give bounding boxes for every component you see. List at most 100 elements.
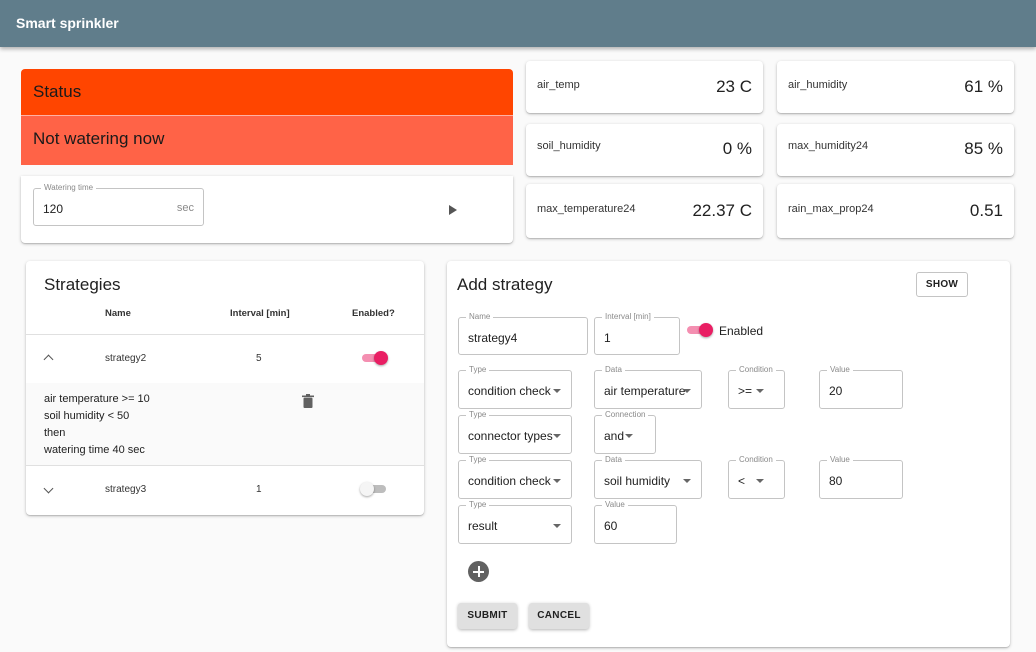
rule-value-field[interactable]: Value 20 [819, 365, 903, 409]
value-label: Value [602, 500, 628, 510]
strategy-interval: 1 [256, 484, 262, 495]
strategy-enabled-toggle[interactable] [360, 481, 388, 497]
interval-value: 1 [604, 331, 611, 345]
caret-down-icon [683, 389, 691, 393]
cancel-button[interactable]: CANCEL [529, 603, 589, 629]
type-value: result [468, 519, 498, 533]
type-value: condition check [468, 384, 551, 398]
metric-value: 61 % [964, 77, 1003, 96]
data-label: Data [602, 455, 625, 465]
column-header-enabled: Enabled? [352, 308, 395, 319]
strategy-name-field[interactable]: Name strategy4 [458, 312, 588, 355]
metric-card-air-temp: air_temp 23 C [526, 61, 763, 113]
interval-label: Interval [min] [602, 312, 654, 322]
enabled-label: Enabled [719, 324, 764, 338]
rule-type-select[interactable]: Type condition check [458, 455, 572, 499]
condition-value: < [738, 474, 746, 488]
type-value: connector types [468, 429, 553, 443]
add-strategy-title: Add strategy [457, 275, 553, 294]
column-header-interval: Interval [min] [230, 308, 290, 319]
rule-value-field[interactable]: Value 80 [819, 455, 903, 499]
connection-value: and [604, 429, 625, 443]
detail-line: then [44, 427, 66, 439]
divider [26, 465, 424, 466]
caret-down-icon [756, 389, 764, 393]
metric-card-max-temperature24: max_temperature24 22.37 C [526, 184, 763, 238]
type-label: Type [466, 365, 490, 375]
rule-value-field[interactable]: Value 60 [594, 500, 677, 544]
app-bar: Smart sprinkler [0, 0, 1036, 47]
rule-data-select[interactable]: Data soil humidity [594, 455, 702, 499]
detail-line: watering time 40 sec [44, 444, 145, 456]
name-value: strategy4 [468, 331, 518, 345]
strategy-enabled-toggle[interactable] [360, 350, 388, 366]
watering-time-field[interactable]: Watering time 120 sec [33, 183, 204, 226]
add-circle-icon[interactable] [468, 561, 489, 582]
status-state: Not watering now [33, 129, 165, 148]
caret-down-icon [553, 434, 561, 438]
strategy-name: strategy3 [105, 484, 147, 495]
metric-card-air-humidity: air_humidity 61 % [777, 61, 1014, 113]
metric-label: max_humidity24 [788, 140, 869, 152]
type-label: Type [466, 410, 490, 420]
data-label: Data [602, 365, 625, 375]
metric-label: rain_max_prop24 [788, 203, 874, 215]
metric-label: soil_humidity [537, 140, 601, 152]
data-value: soil humidity [604, 474, 671, 488]
status-title: Status [33, 82, 82, 101]
value-label: Value [827, 455, 853, 465]
play-icon[interactable] [449, 205, 457, 215]
metric-value: 0.51 [969, 201, 1003, 220]
value-label: Value [827, 365, 853, 375]
app-title: Smart sprinkler [16, 15, 119, 31]
data-value: air temperature [604, 384, 686, 398]
submit-button[interactable]: SUBMIT [458, 603, 517, 629]
divider [26, 334, 424, 335]
strategies-card: Strategies Name Interval [min] Enabled? … [26, 261, 424, 515]
metric-value: 23 C [716, 77, 752, 96]
metric-card-max-humidity24: max_humidity24 85 % [777, 124, 1014, 176]
value-value: 80 [829, 474, 843, 488]
rule-condition-select[interactable]: Condition >= [728, 365, 785, 409]
rule-connection-select[interactable]: Connection and [594, 410, 656, 454]
name-label: Name [466, 312, 494, 322]
show-button[interactable]: SHOW [916, 272, 968, 297]
condition-value: >= [738, 384, 753, 398]
metric-label: air_humidity [788, 79, 848, 91]
type-label: Type [466, 500, 490, 510]
rule-condition-select[interactable]: Condition < [728, 455, 785, 499]
caret-down-icon [683, 479, 691, 483]
connection-label: Connection [602, 410, 649, 420]
strategies-title: Strategies [44, 275, 121, 294]
chevron-up-icon[interactable] [43, 354, 54, 365]
metric-label: air_temp [537, 79, 580, 91]
value-value: 60 [604, 519, 618, 533]
detail-line: soil humidity < 50 [44, 410, 130, 422]
rule-type-select[interactable]: Type condition check [458, 365, 572, 409]
watering-time-unit: sec [176, 202, 194, 214]
strategy-name: strategy2 [105, 353, 147, 364]
watering-time-label: Watering time [41, 183, 97, 193]
rule-data-select[interactable]: Data air temperature [594, 365, 702, 409]
chevron-down-icon[interactable] [43, 483, 54, 494]
trash-icon[interactable] [302, 394, 314, 408]
caret-down-icon [553, 389, 561, 393]
metric-card-rain-max-prop24: rain_max_prop24 0.51 [777, 184, 1014, 238]
rule-type-select[interactable]: Type result [458, 500, 572, 544]
type-value: condition check [468, 474, 551, 488]
caret-down-icon [756, 479, 764, 483]
rule-type-select[interactable]: Type connector types [458, 410, 572, 454]
enabled-toggle[interactable] [685, 322, 713, 338]
metric-card-soil-humidity: soil_humidity 0 % [526, 124, 763, 176]
status-banner: Not watering now [21, 115, 513, 165]
caret-down-icon [553, 524, 561, 528]
metric-value: 0 % [722, 139, 752, 158]
caret-down-icon [553, 479, 561, 483]
strategy-interval: 5 [256, 353, 262, 364]
column-header-name: Name [105, 308, 131, 319]
metric-label: max_temperature24 [537, 203, 636, 215]
metric-value: 22.37 C [692, 201, 752, 220]
watering-time-value: 120 [43, 202, 64, 216]
strategy-interval-field[interactable]: Interval [min] 1 [594, 312, 680, 355]
status-header: Status [21, 69, 513, 115]
